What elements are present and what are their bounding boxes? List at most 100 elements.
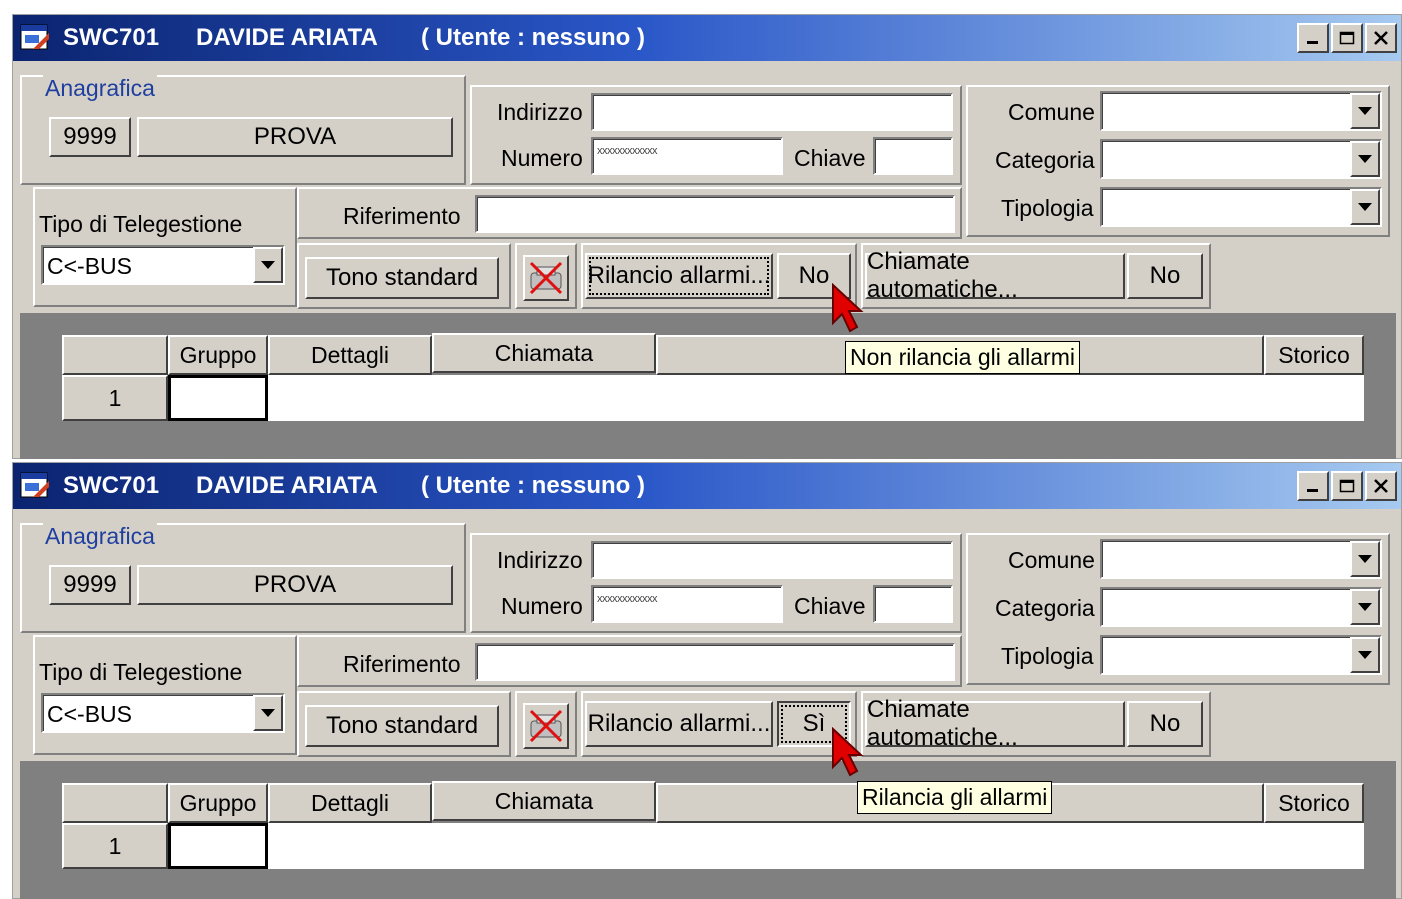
indirizzo-label: Indirizzo — [497, 547, 583, 573]
comune-dropdown-button[interactable] — [1350, 93, 1380, 129]
col-chiamata-header[interactable]: Chiamata — [432, 333, 656, 373]
comune-select[interactable] — [1100, 539, 1382, 579]
tipo-telegestione-select[interactable]: C<-BUS — [41, 693, 285, 733]
chevron-down-icon — [1358, 651, 1372, 659]
code-field: 9999 — [49, 117, 131, 157]
app-code: SWC701 — [63, 472, 160, 499]
grid-corner — [62, 335, 168, 375]
numero-value: xxxxxxxxxxxx — [597, 593, 658, 605]
col-gruppo-header[interactable]: Gruppo — [168, 335, 268, 375]
categoria-dropdown-button[interactable] — [1350, 589, 1380, 625]
name-field: PROVA — [137, 565, 453, 605]
tipo-telegestione-select[interactable]: C<-BUS — [41, 245, 285, 285]
app-window-icon — [20, 472, 49, 498]
chiave-label: Chiave — [794, 593, 866, 619]
user-label: ( Utente : nessuno ) — [421, 472, 646, 499]
app-window-icon — [20, 24, 49, 50]
categoria-label: Categoria — [995, 595, 1095, 621]
muted-phone-button[interactable] — [523, 703, 569, 749]
maximize-button[interactable] — [1331, 471, 1363, 501]
comune-label: Comune — [1008, 547, 1095, 573]
selected-cell[interactable] — [168, 823, 268, 869]
comune-select[interactable] — [1100, 91, 1382, 131]
row-header[interactable]: 1 — [62, 375, 168, 421]
title-bar[interactable]: SWC701 DAVIDE ARIATA ( Utente : nessuno … — [13, 463, 1401, 509]
app-window-top: SWC701 DAVIDE ARIATA ( Utente : nessuno … — [12, 14, 1402, 459]
muted-phone-button[interactable] — [523, 255, 569, 301]
col-gruppo-header[interactable]: Gruppo — [168, 783, 268, 823]
tipologia-select[interactable] — [1100, 187, 1382, 227]
numero-input[interactable]: xxxxxxxxxxxx — [591, 137, 783, 175]
chiamate-value-toggle[interactable]: No — [1127, 701, 1203, 747]
numero-input[interactable]: xxxxxxxxxxxx — [591, 585, 783, 623]
chiamate-value-toggle[interactable]: No — [1127, 253, 1203, 299]
maximize-icon — [1339, 31, 1355, 45]
arrow-cursor-icon — [832, 283, 864, 333]
tipo-telegestione-value: C<-BUS — [47, 701, 132, 727]
indirizzo-input[interactable] — [591, 541, 953, 579]
tono-standard-button[interactable]: Tono standard — [305, 257, 499, 299]
rilancio-allarmi-button[interactable]: Rilancio allarmi... — [585, 253, 773, 299]
col-dettagli-header[interactable]: Dettagli — [268, 335, 432, 375]
rilancio-allarmi-button[interactable]: Rilancio allarmi... — [585, 701, 773, 747]
tipologia-label: Tipologia — [1001, 643, 1094, 669]
maximize-button[interactable] — [1331, 23, 1363, 53]
grid-area: Gruppo Dettagli Chiamata Storico 1 — [20, 313, 1396, 459]
name-field: PROVA — [137, 117, 453, 157]
chevron-down-icon — [261, 709, 275, 717]
col-storico-header[interactable]: Storico — [1264, 783, 1364, 823]
app-owner: DAVIDE ARIATA — [196, 472, 378, 499]
col-dettagli-header[interactable]: Dettagli — [268, 783, 432, 823]
maximize-icon — [1339, 479, 1355, 493]
close-button[interactable] — [1365, 471, 1397, 501]
tipologia-dropdown-button[interactable] — [1350, 637, 1380, 673]
chevron-down-icon — [1358, 603, 1372, 611]
chevron-down-icon — [1358, 107, 1372, 115]
indirizzo-label: Indirizzo — [497, 99, 583, 125]
table-row[interactable] — [168, 375, 1364, 421]
muted-phone-icon — [529, 709, 563, 743]
anagrafica-label: Anagrafica — [43, 523, 157, 550]
col-storico-header[interactable]: Storico — [1264, 335, 1364, 375]
tipo-telegestione-dropdown-button[interactable] — [253, 695, 283, 731]
col-chiamata-header[interactable]: Chiamata — [432, 781, 656, 821]
table-row[interactable] — [168, 823, 1364, 869]
categoria-dropdown-button[interactable] — [1350, 141, 1380, 177]
riferimento-label: Riferimento — [343, 651, 461, 677]
comune-dropdown-button[interactable] — [1350, 541, 1380, 577]
tipologia-select[interactable] — [1100, 635, 1382, 675]
minimize-button[interactable] — [1297, 471, 1329, 501]
categoria-select[interactable] — [1100, 139, 1382, 179]
chiave-input[interactable] — [873, 137, 953, 175]
chevron-down-icon — [1358, 155, 1372, 163]
indirizzo-input[interactable] — [591, 93, 953, 131]
tipologia-dropdown-button[interactable] — [1350, 189, 1380, 225]
tooltip: Rilancia gli allarmi — [857, 781, 1053, 814]
tipo-telegestione-value: C<-BUS — [47, 253, 132, 279]
selected-cell[interactable] — [168, 375, 268, 421]
minimize-button[interactable] — [1297, 23, 1329, 53]
grid-area: Gruppo Dettagli Chiamata Storico 1 — [20, 761, 1396, 899]
close-icon — [1374, 31, 1388, 45]
riferimento-input[interactable] — [475, 195, 955, 233]
minimize-icon — [1307, 489, 1318, 492]
chevron-down-icon — [1358, 203, 1372, 211]
app-owner: DAVIDE ARIATA — [196, 24, 378, 51]
title-bar[interactable]: SWC701 DAVIDE ARIATA ( Utente : nessuno … — [13, 15, 1401, 61]
tono-standard-button[interactable]: Tono standard — [305, 705, 499, 747]
categoria-label: Categoria — [995, 147, 1095, 173]
tipo-telegestione-dropdown-button[interactable] — [253, 247, 283, 283]
tipologia-label: Tipologia — [1001, 195, 1094, 221]
tipo-telegestione-label: Tipo di Telegestione — [39, 659, 243, 685]
chiave-input[interactable] — [873, 585, 953, 623]
app-window-bottom: SWC701 DAVIDE ARIATA ( Utente : nessuno … — [12, 462, 1402, 899]
categoria-select[interactable] — [1100, 587, 1382, 627]
grid-corner — [62, 783, 168, 823]
chiamate-automatiche-button[interactable]: Chiamate automatiche... — [865, 248, 1125, 303]
comune-label: Comune — [1008, 99, 1095, 125]
tipo-telegestione-label: Tipo di Telegestione — [39, 211, 243, 237]
chiamate-automatiche-button[interactable]: Chiamate automatiche... — [865, 696, 1125, 751]
row-header[interactable]: 1 — [62, 823, 168, 869]
riferimento-input[interactable] — [475, 643, 955, 681]
close-button[interactable] — [1365, 23, 1397, 53]
